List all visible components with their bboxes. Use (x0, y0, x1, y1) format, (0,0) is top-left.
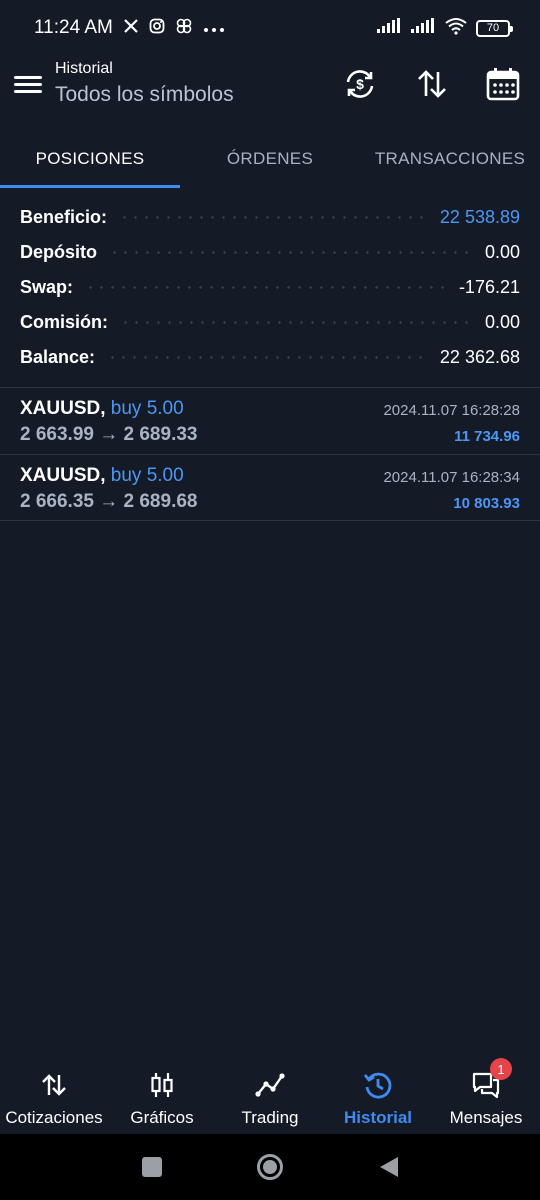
summary-value: 22 538.89 (439, 207, 520, 227)
nav-label: Cotizaciones (5, 1108, 103, 1127)
calendar-icon[interactable] (485, 66, 521, 102)
summary-row-deposito: Depósito 0.00 (20, 235, 520, 270)
nav-label: Trading (241, 1108, 299, 1127)
position-row[interactable]: XAUUSD, buy 5.00 2 666.35 → 2 689.68 202… (0, 455, 540, 521)
position-time: 2024.11.07 16:28:34 (383, 469, 520, 486)
status-time: 11:24 AM (34, 17, 113, 38)
currency-exchange-icon[interactable]: $ (342, 66, 378, 102)
tab-ordenes[interactable]: ÓRDENES (180, 130, 360, 188)
dot-leader (120, 320, 473, 325)
summary-row-swap: Swap: -176.21 (20, 270, 520, 305)
bottom-nav: Cotizaciones Gráficos Trading Historial (0, 1058, 540, 1134)
nav-label: Mensajes (449, 1108, 523, 1127)
signal-icon (410, 17, 436, 39)
position-title: XAUUSD, buy 5.00 (20, 398, 184, 420)
nav-trading[interactable]: Trading (216, 1058, 324, 1134)
trading-line-icon (255, 1073, 285, 1097)
candlestick-icon (151, 1073, 173, 1097)
summary-panel: Beneficio: 22 538.89 Depósito 0.00 Swap:… (20, 200, 520, 375)
position-side: buy 5.00 (110, 465, 184, 486)
summary-label: Balance: (20, 347, 96, 367)
home-button[interactable] (256, 1153, 284, 1186)
history-clock-icon (363, 1072, 392, 1099)
position-symbol: XAUUSD, (20, 465, 106, 486)
position-profit: 10 803.93 (453, 495, 520, 512)
summary-value: -176.21 (458, 277, 520, 297)
position-row[interactable]: XAUUSD, buy 5.00 2 663.99 → 2 689.33 202… (0, 388, 540, 454)
position-prices: 2 663.99 → 2 689.33 (20, 424, 198, 445)
svg-text:$: $ (356, 76, 364, 92)
summary-label: Swap: (20, 277, 74, 297)
system-nav-bar (0, 1134, 540, 1200)
nav-label: Historial (343, 1108, 413, 1127)
position-side: buy 5.00 (110, 398, 184, 419)
summary-row-balance: Balance: 22 362.68 (20, 340, 520, 375)
nav-label: Gráficos (130, 1108, 194, 1127)
position-prices: 2 666.35 → 2 689.68 (20, 491, 198, 512)
dot-leader (109, 250, 473, 255)
summary-label: Depósito (20, 242, 98, 262)
tab-transacciones[interactable]: TRANSACCIONES (360, 130, 540, 188)
summary-value: 0.00 (484, 312, 520, 332)
summary-value: 22 362.68 (439, 347, 520, 367)
dot-leader (107, 355, 428, 360)
position-profit: 11 734.96 (454, 428, 520, 445)
wifi-icon (444, 17, 468, 40)
dot-leader (85, 285, 447, 290)
instagram-icon (149, 18, 165, 39)
page-title: Todos los símbolos (55, 83, 234, 106)
nav-graficos[interactable]: Gráficos (108, 1058, 216, 1134)
position-symbol: XAUUSD, (20, 398, 106, 419)
header-subtitle: Historial (55, 60, 113, 77)
quotes-arrows-icon (42, 1074, 66, 1096)
sort-icon[interactable] (414, 66, 450, 102)
summary-row-beneficio: Beneficio: 22 538.89 (20, 200, 520, 235)
tab-posiciones[interactable]: POSICIONES (0, 130, 180, 188)
summary-label: Beneficio: (20, 207, 108, 227)
notification-badge: 1 (490, 1058, 512, 1080)
divider (0, 520, 540, 521)
nav-cotizaciones[interactable]: Cotizaciones (0, 1058, 108, 1134)
nav-historial[interactable]: Historial (324, 1058, 432, 1134)
x-icon (123, 18, 139, 39)
summary-row-comision: Comisión: 0.00 (20, 305, 520, 340)
menu-icon[interactable] (14, 72, 42, 98)
app-header: Historial Todos los símbolos $ (0, 56, 540, 122)
summary-value: 0.00 (484, 242, 520, 262)
battery-icon: 70 (476, 19, 513, 37)
title-block[interactable]: Historial Todos los símbolos (55, 60, 234, 107)
position-time: 2024.11.07 16:28:28 (383, 402, 520, 419)
summary-label: Comisión: (20, 312, 108, 332)
position-title: XAUUSD, buy 5.00 (20, 465, 184, 487)
status-bar: 11:24 AM 70 (0, 0, 540, 56)
tab-bar: POSICIONES ÓRDENES TRANSACCIONES (0, 130, 540, 188)
signal-icon (376, 17, 402, 39)
recents-button[interactable] (141, 1156, 163, 1183)
pinwheel-icon (175, 17, 193, 40)
nav-mensajes[interactable]: 1 Mensajes (432, 1058, 540, 1134)
back-button[interactable] (378, 1156, 400, 1183)
more-icon (203, 18, 225, 38)
dot-leader (119, 215, 428, 220)
